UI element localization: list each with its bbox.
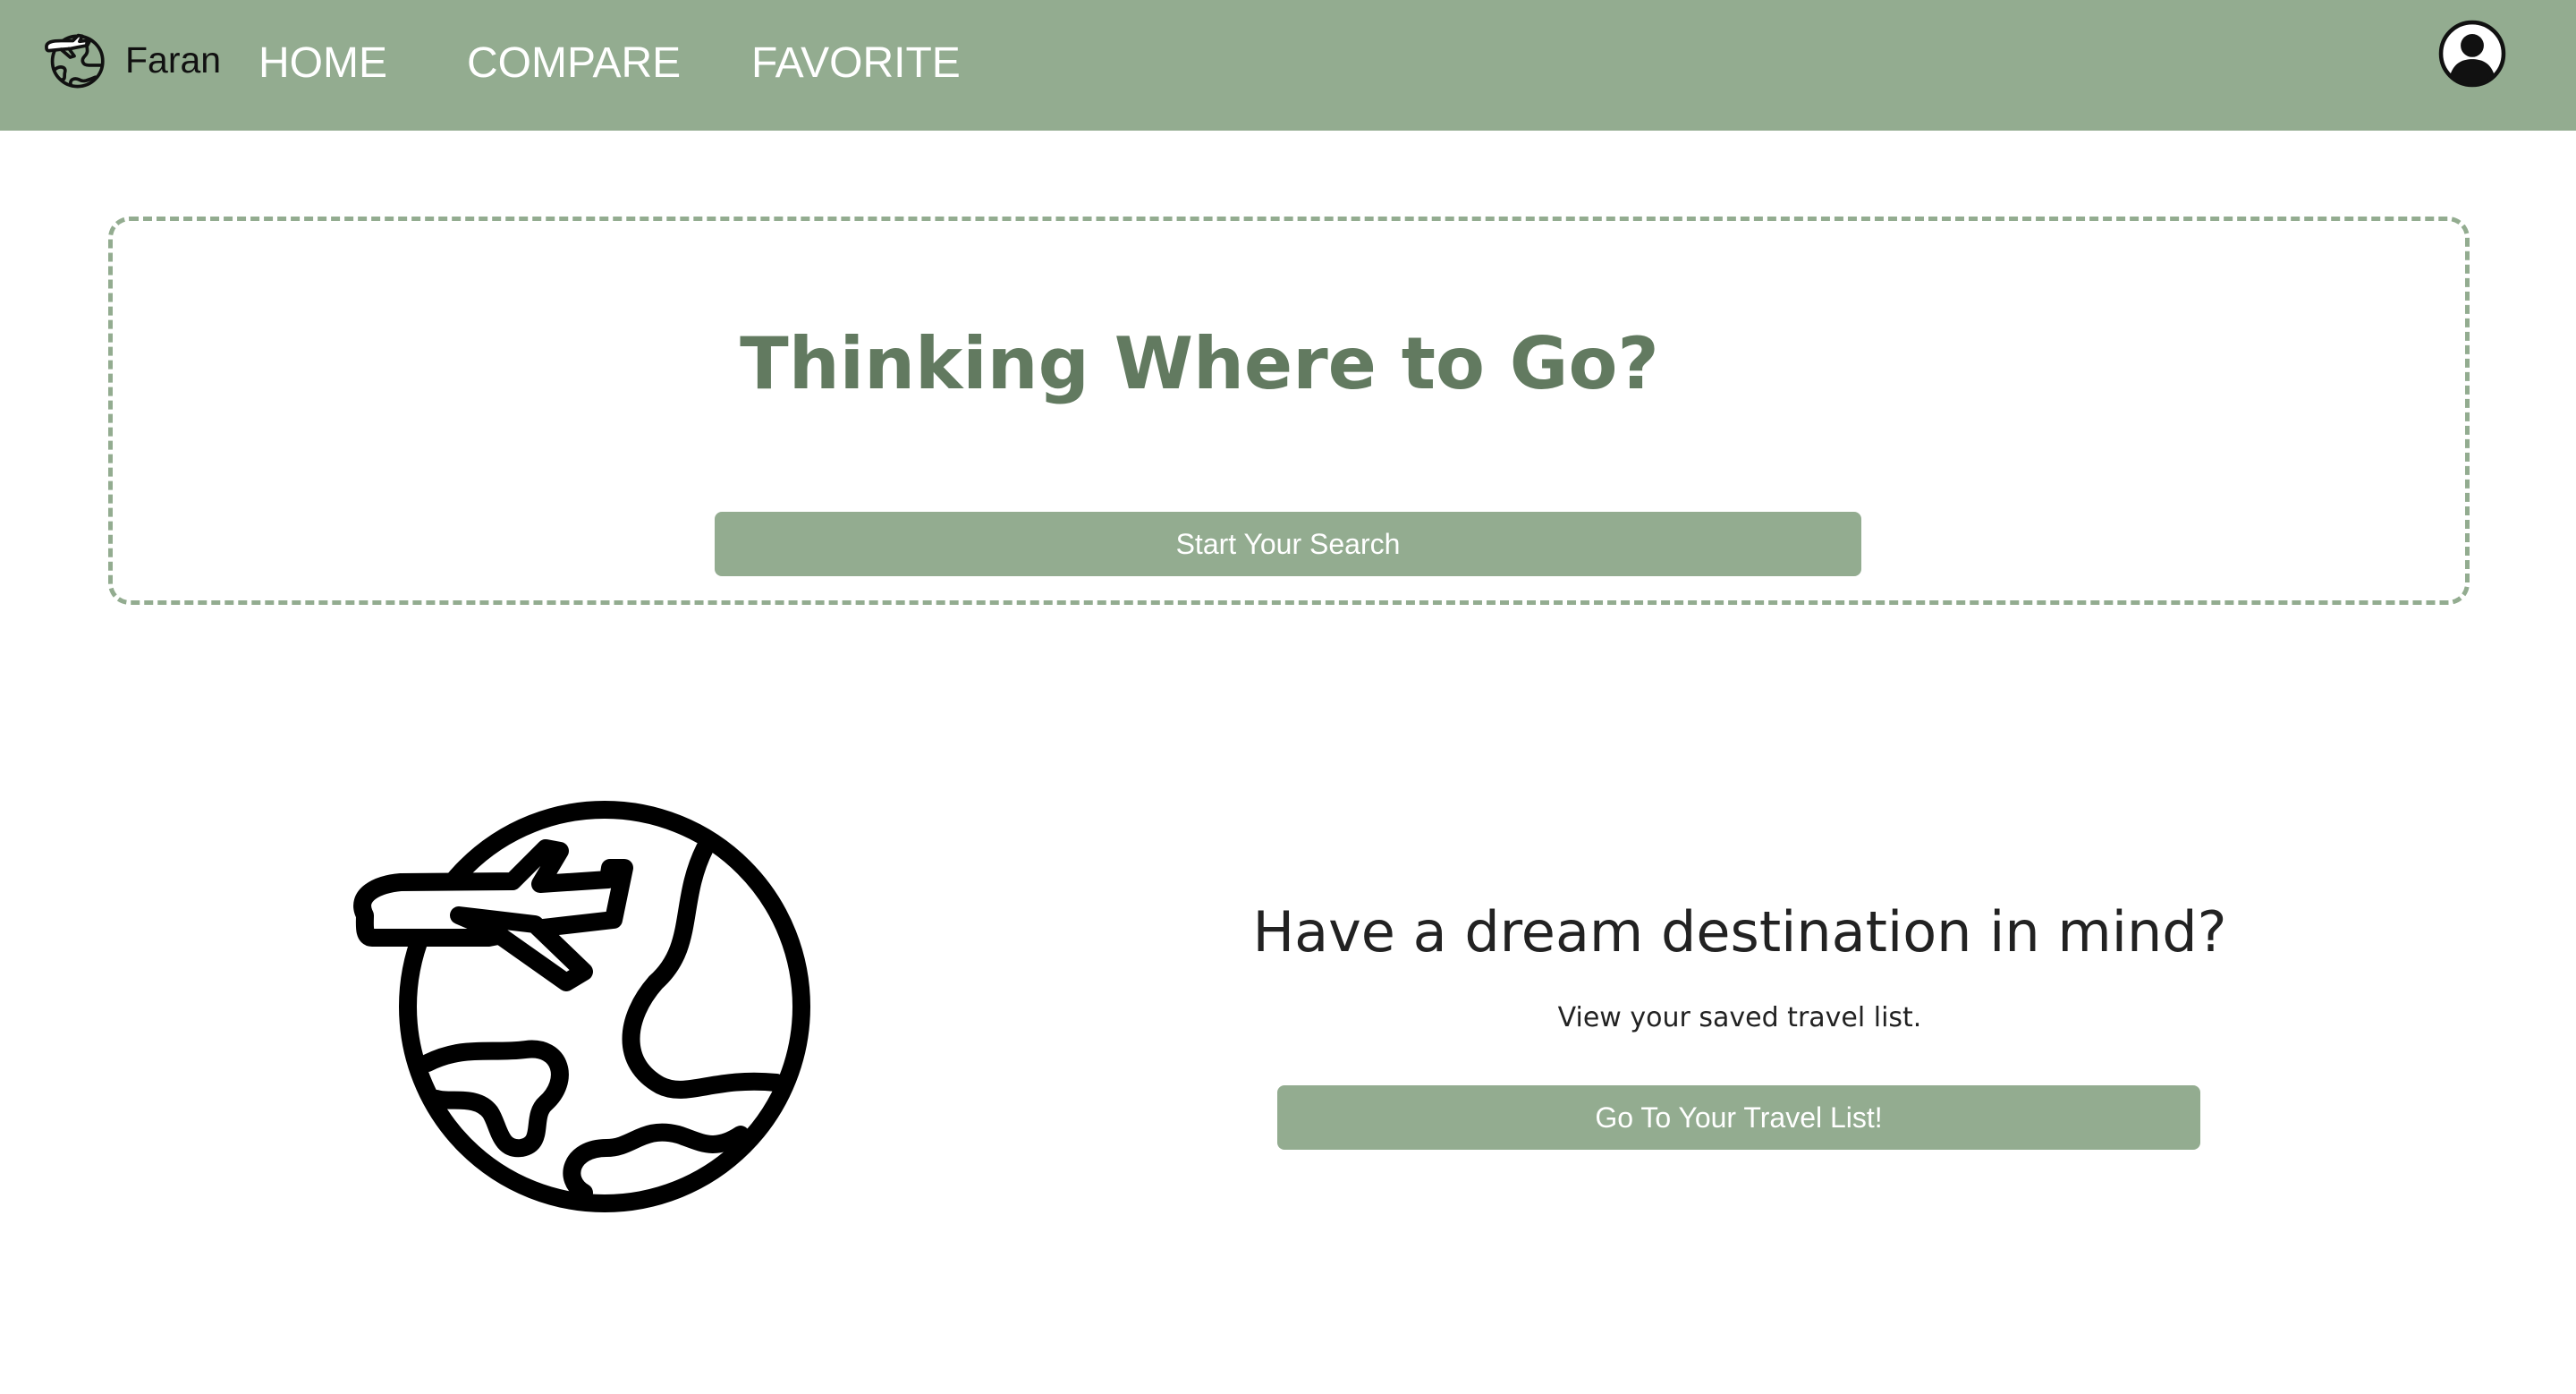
globe-airplane-icon	[41, 27, 107, 93]
user-circle-icon	[2438, 20, 2506, 88]
start-search-button[interactable]: Start Your Search	[715, 512, 1861, 576]
go-to-travel-list-button[interactable]: Go To Your Travel List!	[1277, 1085, 2200, 1150]
nav-compare-link[interactable]: COMPARE	[467, 38, 681, 89]
dream-destination-subtitle: View your saved travel list.	[1557, 1002, 1922, 1033]
account-button[interactable]	[2438, 20, 2506, 88]
nav-home-link[interactable]: HOME	[258, 38, 387, 89]
search-hero-panel: Thinking Where to Go? Start Your Search	[108, 217, 2470, 605]
top-navbar: Faran HOME COMPARE FAVORITE	[0, 0, 2576, 131]
brand[interactable]: Faran	[41, 27, 221, 93]
brand-name: Faran	[125, 38, 222, 81]
hero-title: Thinking Where to Go?	[740, 322, 1659, 405]
dream-destination-heading: Have a dream destination in mind?	[1252, 899, 2227, 965]
globe-airplane-icon	[347, 795, 812, 1215]
nav-favorite-link[interactable]: FAVORITE	[751, 38, 961, 89]
